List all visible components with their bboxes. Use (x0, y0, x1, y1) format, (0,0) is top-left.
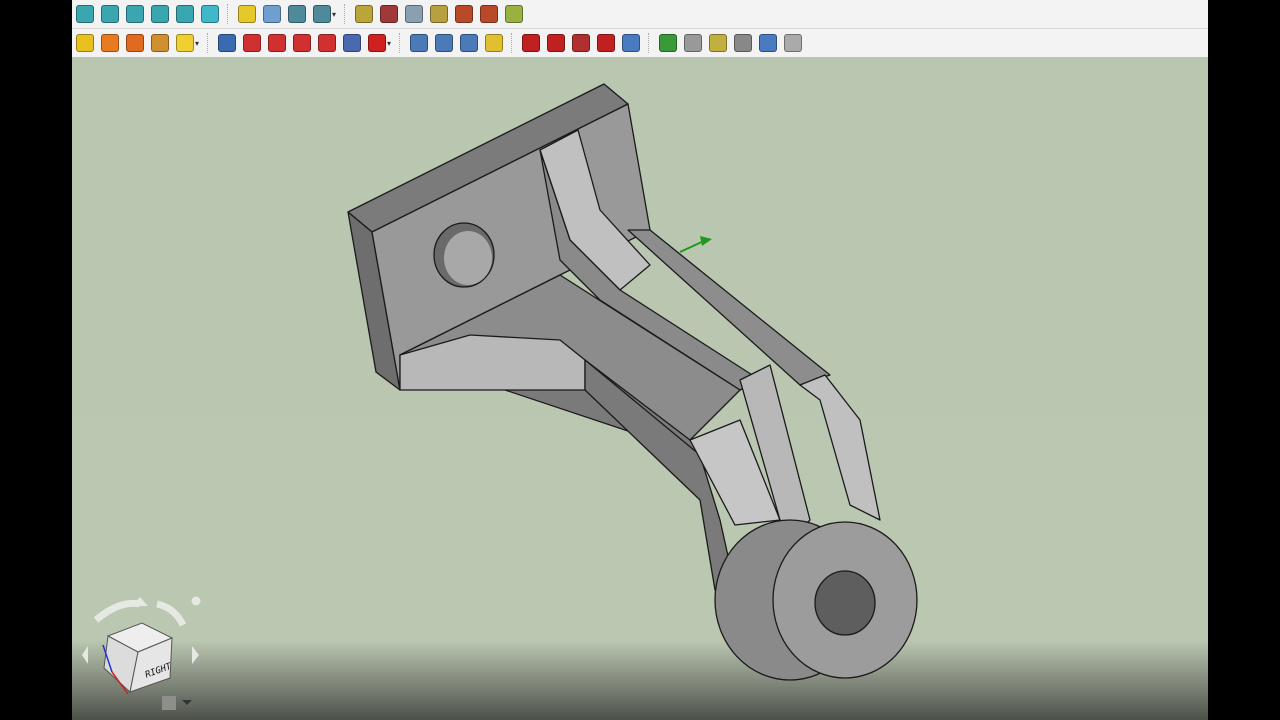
shape-binder-icon[interactable] (783, 34, 802, 52)
link-icon[interactable] (287, 5, 306, 23)
view-toolbar: ▾ (72, 0, 1208, 29)
nav-right-arrow (192, 646, 199, 664)
nav-left-arrow (82, 646, 88, 664)
partdesign-toolbar: ▾ ▾ (72, 29, 1208, 58)
boss-hole (814, 570, 876, 636)
subtractive-loft-icon[interactable] (292, 34, 311, 52)
additive-pipe-icon[interactable] (150, 34, 169, 52)
view-bottom-icon[interactable] (175, 5, 194, 23)
nav-menu-dot (191, 596, 201, 606)
shaft-icon[interactable] (708, 34, 727, 52)
select-all-icon[interactable] (404, 5, 423, 23)
view-right-icon[interactable] (125, 5, 144, 23)
remove-icon[interactable] (429, 5, 448, 23)
nav-view-menu-icon (162, 696, 176, 710)
pocket-icon[interactable] (217, 34, 236, 52)
draft-icon[interactable] (571, 34, 590, 52)
groove-icon[interactable] (267, 34, 286, 52)
scatter-icon[interactable] (733, 34, 752, 52)
polar-pattern-icon[interactable] (459, 34, 478, 52)
sprocket-icon[interactable] (658, 34, 677, 52)
toolbar-separator (648, 33, 650, 53)
deselect-icon[interactable] (379, 5, 398, 23)
additive-primitive-icon[interactable] (175, 34, 194, 52)
thickness-icon[interactable] (596, 34, 615, 52)
view-front-icon[interactable] (75, 5, 94, 23)
view-top-icon[interactable] (100, 5, 119, 23)
show-icon[interactable] (504, 5, 523, 23)
link-dropdown-icon[interactable] (312, 5, 331, 23)
toggle-icon[interactable] (454, 5, 473, 23)
hide-icon[interactable] (479, 5, 498, 23)
dropdown-arrow-icon[interactable]: ▾ (332, 10, 336, 19)
datum-plane-icon[interactable] (758, 34, 777, 52)
toolbar-separator (207, 33, 209, 53)
folder-icon[interactable] (262, 5, 281, 23)
mirrored-icon[interactable] (409, 34, 428, 52)
freecad-window: ▾ ▾ ▾ RIGHT (72, 0, 1208, 720)
subtractive-primitive-icon[interactable] (367, 34, 386, 52)
measure-icon[interactable] (200, 5, 219, 23)
pad-icon[interactable] (75, 34, 94, 52)
dropdown-arrow-icon[interactable]: ▾ (387, 39, 391, 48)
fillet-icon[interactable] (521, 34, 540, 52)
select-icon[interactable] (354, 5, 373, 23)
linear-pattern-icon[interactable] (434, 34, 453, 52)
view-rear-icon[interactable] (150, 5, 169, 23)
toolbar-separator (399, 33, 401, 53)
bend-face-3 (799, 374, 881, 521)
revolution-icon[interactable] (100, 34, 119, 52)
boolean-icon[interactable] (621, 34, 640, 52)
dropdown-arrow-icon[interactable]: ▾ (195, 39, 199, 48)
toolbar-separator (227, 4, 229, 24)
additive-loft-icon[interactable] (125, 34, 144, 52)
nav-menu-dropdown-icon (182, 700, 192, 705)
3d-model[interactable]: RIGHT (72, 57, 1208, 720)
toolbar-separator (344, 4, 346, 24)
toolbar-separator (511, 33, 513, 53)
part-icon[interactable] (237, 5, 256, 23)
subtractive-pipe-icon[interactable] (317, 34, 336, 52)
3d-viewport[interactable]: RIGHT (72, 57, 1208, 720)
navigation-cube[interactable]: RIGHT (82, 596, 201, 711)
rotate-right-arrow (156, 600, 187, 627)
subtractive-helix-icon[interactable] (342, 34, 361, 52)
multitransform-icon[interactable] (484, 34, 503, 52)
chamfer-icon[interactable] (546, 34, 565, 52)
hole-icon[interactable] (242, 34, 261, 52)
involute-gear-icon[interactable] (683, 34, 702, 52)
